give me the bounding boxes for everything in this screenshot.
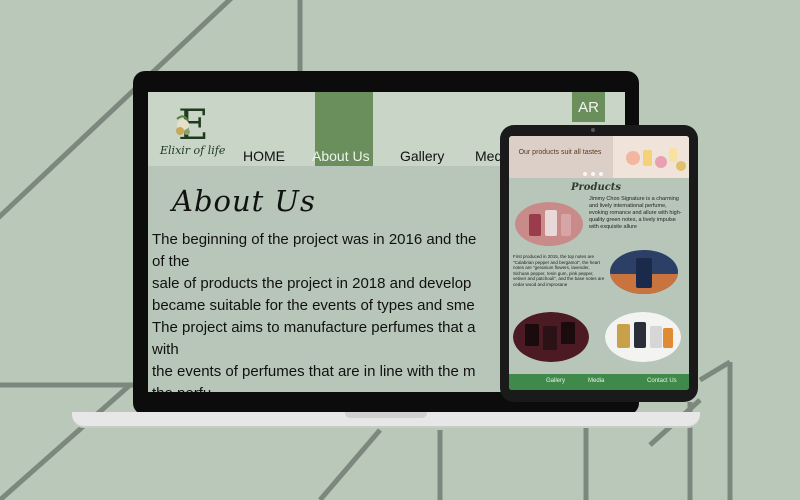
product-image-1[interactable] — [515, 202, 583, 246]
hero-banner: Our products suit all tastes — [509, 136, 689, 178]
footer-media-link[interactable]: Media — [588, 378, 604, 384]
hero-perfume-image — [613, 136, 689, 178]
nav-about-us-label: About Us — [312, 148, 370, 164]
carousel-dots[interactable] — [583, 172, 603, 176]
hero-text: Our products suit all tastes — [518, 149, 602, 156]
nav-home[interactable]: HOME — [243, 148, 285, 164]
product-image-4[interactable] — [605, 312, 681, 362]
product-image-3[interactable] — [513, 312, 589, 362]
products-title: Products — [571, 182, 622, 193]
nav-about-us[interactable]: About Us — [312, 92, 373, 166]
laptop-notch — [345, 412, 427, 418]
logo-text[interactable]: Elixir of life — [160, 144, 225, 157]
footer-gallery-link[interactable]: Gallery — [546, 378, 565, 384]
tablet-screen: Our products suit all tastes Products Ji… — [509, 136, 689, 390]
nav-gallery[interactable]: Gallery — [400, 148, 444, 164]
product-1-description: Jimmy Choo Signature is a charming and l… — [589, 196, 682, 230]
language-button[interactable]: AR — [572, 92, 605, 122]
tablet-footer: Gallery Media Contact Us — [509, 374, 689, 390]
product-image-2[interactable] — [610, 250, 678, 294]
logo-icon: E — [176, 100, 209, 145]
product-2-description: First produced in 2015, the top notes ar… — [513, 254, 605, 287]
page-title: About Us — [172, 184, 316, 218]
tablet-camera — [591, 128, 595, 132]
footer-contact-link[interactable]: Contact Us — [647, 378, 677, 384]
